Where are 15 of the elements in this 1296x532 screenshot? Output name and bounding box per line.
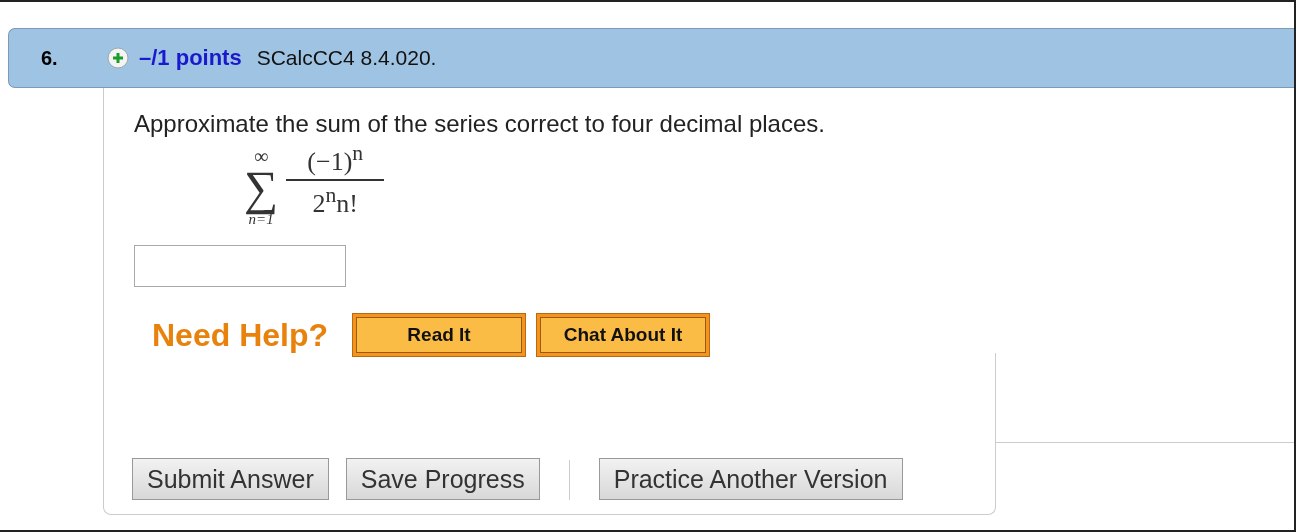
help-button[interactable]: Read It [352, 313, 527, 357]
denominator: 2$^{n}$n! [312, 182, 358, 219]
points-label: –/1 points [139, 45, 242, 71]
upper-limit: ∞ [253, 146, 269, 166]
plus-icon[interactable] [107, 47, 129, 69]
question-text: Approximate the sum of the series correct to four decimal places. [134, 110, 826, 138]
action-button[interactable]: Practice Another Version [598, 458, 903, 500]
answer-field[interactable] [134, 245, 346, 287]
help-button[interactable]: Chat About It [536, 313, 711, 357]
action-button[interactable]: Save Progress [345, 458, 540, 500]
question-source: SCalcCC4 8.4.020. [256, 46, 437, 70]
need-help-label: Need Help? [152, 316, 329, 354]
action-button[interactable]: Submit Answer [132, 458, 329, 500]
numerator: (−1)$^{n}$ [307, 140, 364, 177]
question-number: 6. [41, 46, 59, 70]
